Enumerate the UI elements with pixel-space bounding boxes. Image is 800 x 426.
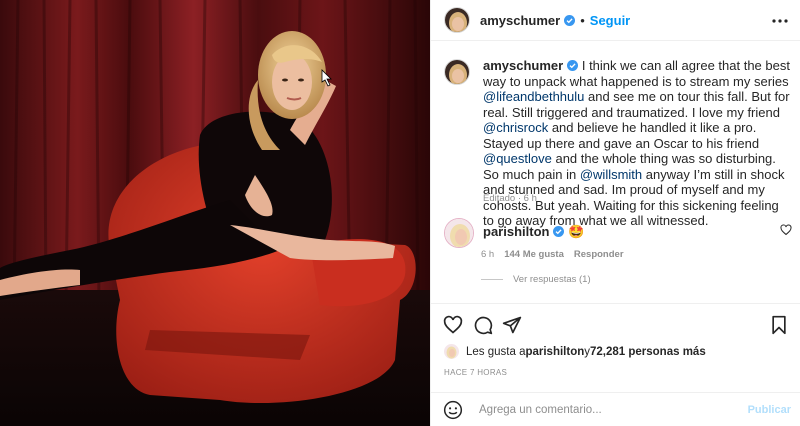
post-details-panel: amyschumer • Seguir amyschumer I think w…: [430, 0, 800, 426]
mention-willsmith[interactable]: @willsmith: [580, 167, 642, 182]
commenter-username[interactable]: parishilton: [483, 224, 549, 239]
caption-author-username[interactable]: amyschumer: [483, 58, 563, 73]
likes-user[interactable]: parishilton: [525, 346, 584, 358]
likes-prefix: Les gusta a: [466, 345, 526, 358]
comment-input[interactable]: [479, 403, 729, 416]
mention-chrisrock[interactable]: @chrisrock: [483, 120, 548, 135]
smiley-icon[interactable]: [443, 400, 463, 420]
mention-questlove[interactable]: @questlove: [483, 151, 552, 166]
view-replies-button[interactable]: Ver respuestas (1): [481, 274, 591, 285]
commenter-avatar-image: [445, 219, 473, 247]
liker-avatar[interactable]: [444, 344, 459, 359]
replies-divider: [481, 279, 503, 280]
comment-time[interactable]: 6 h: [481, 249, 494, 260]
commenter-avatar[interactable]: [444, 218, 474, 248]
liker-avatar-image: [444, 344, 459, 359]
post-header: amyschumer • Seguir: [431, 0, 800, 41]
post-photo-illustration: [0, 0, 430, 426]
comment-item: parishilton 🤩: [444, 218, 794, 248]
post-timestamp[interactable]: HACE 7 HORAS: [444, 368, 507, 377]
caption-author-avatar[interactable]: [444, 59, 470, 85]
follow-button[interactable]: Seguir: [590, 13, 630, 28]
likes-summary: Les gusta a parishilton y 72,281 persona…: [444, 344, 706, 359]
comment-text: 🤩: [568, 224, 585, 239]
action-bar: [431, 303, 800, 345]
comment-icon[interactable]: [473, 315, 493, 335]
separator-dot: •: [580, 12, 585, 28]
author-avatar[interactable]: [444, 7, 470, 33]
verified-badge-icon: [553, 226, 565, 237]
bookmark-icon[interactable]: [769, 315, 789, 335]
reply-button[interactable]: Responder: [574, 249, 624, 260]
likes-count[interactable]: 72,281 personas más: [590, 346, 706, 358]
comment-meta: 6 h 144 Me gusta Responder: [481, 249, 624, 260]
view-replies-label: Ver respuestas (1): [513, 274, 591, 285]
add-comment-bar: Publicar: [431, 392, 800, 426]
heart-icon[interactable]: [443, 315, 463, 335]
mention-lifeandbethhulu[interactable]: @lifeandbethhulu: [483, 89, 584, 104]
comment-likes[interactable]: 144 Me gusta: [504, 249, 564, 260]
verified-badge-icon: [567, 60, 579, 71]
publish-button[interactable]: Publicar: [748, 404, 791, 416]
author-avatar-image: [445, 8, 469, 32]
more-horizontal-icon[interactable]: [771, 12, 789, 30]
verified-badge-icon: [564, 14, 576, 26]
post-image[interactable]: [0, 0, 430, 426]
author-username[interactable]: amyschumer: [480, 13, 560, 28]
edited-timestamp: Editado · 6 h: [483, 193, 537, 204]
comment-body: parishilton 🤩: [483, 224, 584, 248]
caption-avatar-image: [445, 60, 469, 84]
paper-plane-icon[interactable]: [502, 315, 522, 335]
comment-like-heart-icon[interactable]: [780, 224, 792, 236]
